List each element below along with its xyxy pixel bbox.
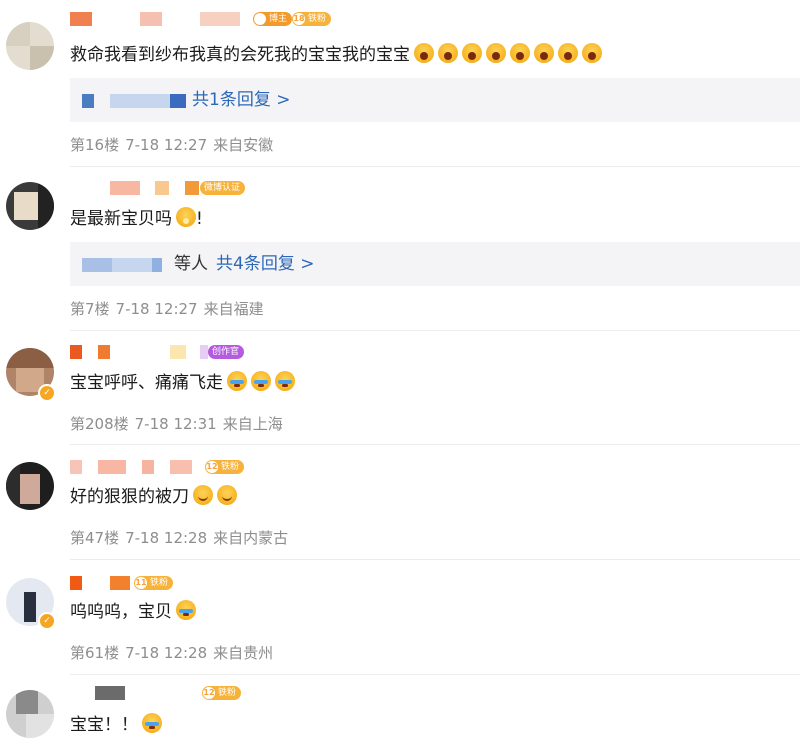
floor-number: 第16楼 — [70, 136, 120, 154]
scream-emoji-icon — [558, 43, 578, 63]
location: 来自内蒙古 — [213, 529, 289, 547]
location: 来自贵州 — [213, 644, 274, 662]
divider — [70, 444, 800, 445]
reply-users-etc: 等人 — [174, 254, 208, 274]
comment-body: 是最新宝贝吗 — [70, 209, 172, 229]
verified-icon: ✓ — [38, 384, 56, 402]
creator-badge: 创作官 — [208, 345, 245, 359]
comment-meta: 第47楼 7-18 12:28 来自内蒙古 — [70, 528, 294, 548]
scream-emoji-icon — [510, 43, 530, 63]
level-number — [254, 13, 266, 25]
fan-badge: 11 铁粉 — [134, 576, 174, 590]
floor-number: 第61楼 — [70, 644, 120, 662]
level-number: 12 — [203, 687, 215, 699]
comment-body: 救命我看到纱布我真的会死我的宝宝我的宝宝 — [70, 45, 410, 65]
avatar[interactable] — [6, 690, 54, 738]
comment-body: 呜呜呜，宝贝 — [70, 602, 172, 622]
comment-text: 是最新宝贝吗! — [70, 207, 203, 231]
comment-meta: 第7楼 7-18 12:27 来自福建 — [70, 299, 270, 319]
crying-emoji-icon — [275, 371, 295, 391]
badge-label: 博主 — [269, 14, 288, 24]
fan-badge: 12 铁粉 — [205, 460, 245, 474]
scream-emoji-icon — [462, 43, 482, 63]
reply-count-label[interactable]: 共4条回复 > — [216, 254, 314, 274]
badge-label: 铁粉 — [218, 688, 237, 698]
location: 来自安徽 — [213, 136, 274, 154]
location: 来自福建 — [203, 300, 264, 318]
badge-label: 微博认证 — [204, 183, 241, 193]
verified-badge: 微博认证 — [200, 181, 246, 195]
scream-emoji-icon — [582, 43, 602, 63]
comment-body: 宝宝！！ — [70, 715, 138, 735]
floor-number: 第47楼 — [70, 529, 120, 547]
timestamp: 7-18 12:28 — [125, 644, 208, 662]
crying-emoji-icon — [251, 371, 271, 391]
badge-label: 创作官 — [212, 347, 240, 357]
reply-count-link[interactable]: 共1条回复 > — [192, 88, 290, 112]
divider — [70, 674, 800, 675]
pray-emoji-icon — [176, 207, 196, 227]
verified-icon: ✓ — [38, 612, 56, 630]
timestamp: 7-18 12:28 — [125, 529, 208, 547]
fan-badge: 12 铁粉 — [202, 686, 242, 700]
avatar[interactable] — [6, 182, 54, 230]
scream-emoji-icon — [438, 43, 458, 63]
fan-badge: 18 铁粉 — [292, 12, 332, 26]
divider — [70, 559, 800, 560]
crying-emoji-icon — [176, 600, 196, 620]
level-number: 11 — [135, 577, 147, 589]
comment-text: 呜呜呜，宝贝 — [70, 600, 196, 624]
floor-number: 第208楼 — [70, 415, 129, 433]
timestamp: 7-18 12:31 — [134, 415, 217, 433]
smile-emoji-icon — [193, 485, 213, 505]
reply-preview[interactable]: 等人 共4条回复 > — [70, 242, 800, 286]
comment-text: 宝宝！！ — [70, 713, 162, 737]
role-badge: 博主 — [253, 12, 293, 26]
badge-label: 铁粉 — [150, 578, 169, 588]
scream-emoji-icon — [414, 43, 434, 63]
timestamp: 7-18 12:27 — [115, 300, 198, 318]
comment-body: 好的狠狠的被刀 — [70, 487, 189, 507]
comment-body: 宝宝呼呼、痛痛飞走 — [70, 373, 223, 393]
timestamp: 7-18 12:27 — [125, 136, 208, 154]
comment-meta: 第16楼 7-18 12:27 来自安徽 — [70, 135, 279, 155]
avatar[interactable] — [6, 22, 54, 70]
crying-emoji-icon — [227, 371, 247, 391]
comment-text: 救命我看到纱布我真的会死我的宝宝我的宝宝 — [70, 43, 602, 67]
level-number: 18 — [293, 13, 305, 25]
divider — [70, 166, 800, 167]
divider — [70, 330, 800, 331]
smile-emoji-icon — [217, 485, 237, 505]
floor-number: 第7楼 — [70, 300, 110, 318]
badge-label: 铁粉 — [221, 462, 240, 472]
reply-preview[interactable]: 共1条回复 > — [70, 78, 800, 122]
comment-text: 好的狠狠的被刀 — [70, 485, 237, 509]
badge-label: 铁粉 — [308, 14, 327, 24]
reply-count-link[interactable]: 等人 共4条回复 > — [174, 252, 314, 276]
level-number: 12 — [206, 461, 218, 473]
comment-meta: 第208楼 7-18 12:31 来自上海 — [70, 414, 289, 434]
location: 来自上海 — [222, 415, 283, 433]
comment-meta: 第61楼 7-18 12:28 来自贵州 — [70, 643, 279, 663]
comment-suffix: ! — [196, 209, 203, 229]
crying-emoji-icon — [142, 713, 162, 733]
scream-emoji-icon — [534, 43, 554, 63]
scream-emoji-icon — [486, 43, 506, 63]
comment-text: 宝宝呼呼、痛痛飞走 — [70, 371, 295, 395]
avatar[interactable] — [6, 462, 54, 510]
